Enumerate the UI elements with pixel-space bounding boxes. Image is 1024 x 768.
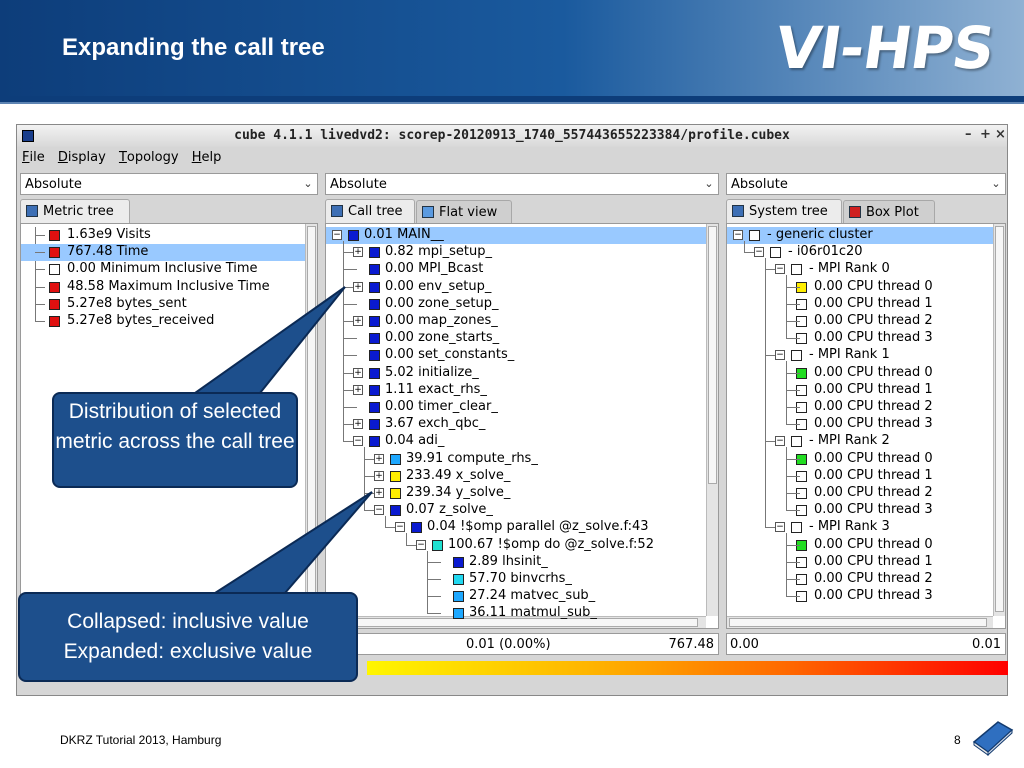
distribution-callout-pointer (191, 286, 346, 394)
slide-footer: DKRZ Tutorial 2013, Hamburg (60, 733, 222, 747)
book-icon (972, 721, 1014, 756)
collapsed-expanded-callout: Collapsed: inclusive value Expanded: exc… (18, 592, 358, 682)
page-number: 8 (954, 733, 961, 747)
distribution-callout: Distribution of selected metric across t… (52, 392, 298, 488)
collapsed-callout-pointer (211, 491, 373, 594)
